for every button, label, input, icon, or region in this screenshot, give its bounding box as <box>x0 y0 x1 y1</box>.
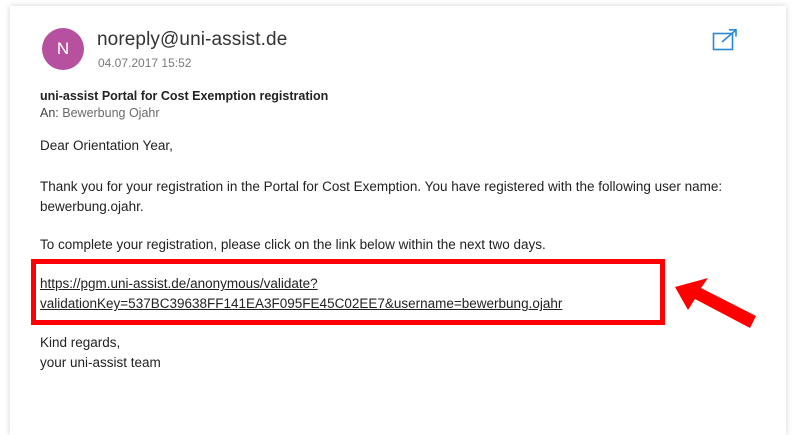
popout-icon[interactable] <box>712 28 738 52</box>
closing-regards: Kind regards, <box>40 335 121 350</box>
signature: your uni-assist team <box>40 355 161 370</box>
avatar-initial: N <box>56 39 70 58</box>
arrow-icon <box>672 278 758 336</box>
sender-address: noreply@uni-assist.de <box>97 29 288 50</box>
paragraph-complete: To complete your registration, please cl… <box>40 237 546 252</box>
validation-link-line1[interactable]: https://pgm.uni-assist.de/anonymous/vali… <box>40 276 318 291</box>
avatar: N <box>42 28 84 70</box>
recipient-label: An: <box>40 106 59 120</box>
validation-link-line2[interactable]: validationKey=537BC39638FF141EA3F095FE45… <box>40 296 562 311</box>
validation-link[interactable]: https://pgm.uni-assist.de/anonymous/vali… <box>40 274 562 314</box>
screenshot-frame: N noreply@uni-assist.de 04.07.2017 15:52… <box>0 0 794 435</box>
sent-date: 04.07.2017 15:52 <box>98 56 192 70</box>
recipient-line: An: Bewerbung Ojahr <box>40 106 160 120</box>
paragraph-thanks: Thank you for your registration in the P… <box>40 179 723 214</box>
email-subject: uni-assist Portal for Cost Exemption reg… <box>40 89 329 103</box>
recipient-name: Bewerbung Ojahr <box>62 106 160 120</box>
greeting: Dear Orientation Year, <box>40 138 173 153</box>
